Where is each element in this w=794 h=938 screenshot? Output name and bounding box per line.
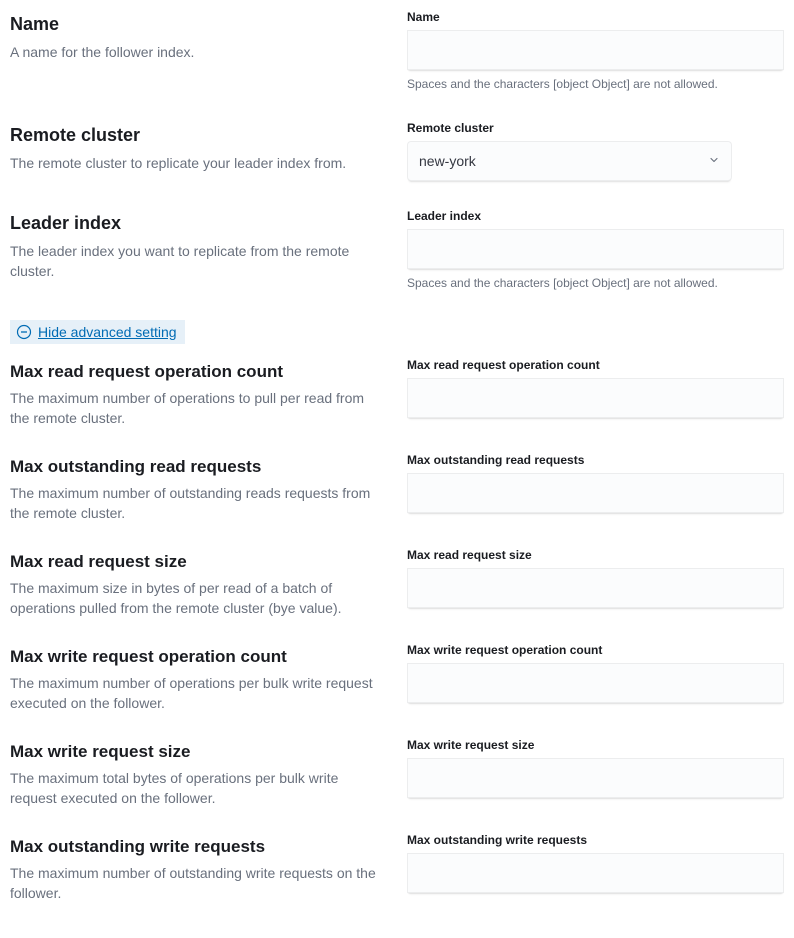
max-read-request-operation-count-field-label: Max read request operation count — [407, 358, 784, 372]
leader-index-title: Leader index — [10, 211, 387, 236]
max-outstanding-write-requests-field-label: Max outstanding write requests — [407, 833, 784, 847]
minus-circle-icon — [16, 324, 32, 340]
remote-cluster-right: Remote cluster new-york — [407, 121, 784, 181]
hide-advanced-toggle[interactable]: Hide advanced setting — [10, 320, 185, 344]
max-read-request-operation-count-input[interactable] — [407, 378, 784, 418]
max-read-request-operation-count-description: The maximum number of operations to pull… — [10, 389, 387, 428]
max-write-request-size-input[interactable] — [407, 758, 784, 798]
remote-cluster-description: The remote cluster to replicate your lea… — [10, 154, 387, 174]
max-write-request-size-field-label: Max write request size — [407, 738, 784, 752]
leader-index-field-label: Leader index — [407, 209, 784, 223]
name-left: Name A name for the follower index. — [10, 10, 407, 93]
max-read-request-size-description: The maximum size in bytes of per read of… — [10, 579, 387, 618]
max-read-request-size-input[interactable] — [407, 568, 784, 608]
max-write-request-operation-count-section: Max write request operation count The ma… — [10, 643, 784, 714]
max-outstanding-read-requests-field-label: Max outstanding read requests — [407, 453, 784, 467]
max-outstanding-write-requests-input[interactable] — [407, 853, 784, 893]
max-outstanding-write-requests-section: Max outstanding write requests The maxim… — [10, 833, 784, 904]
name-field-label: Name — [407, 10, 784, 24]
leader-index-left: Leader index The leader index you want t… — [10, 209, 407, 292]
max-outstanding-read-requests-title: Max outstanding read requests — [10, 455, 387, 479]
max-read-request-operation-count-title: Max read request operation count — [10, 360, 387, 384]
name-input[interactable] — [407, 30, 784, 70]
remote-cluster-select-wrapper: new-york — [407, 141, 732, 181]
hide-advanced-text: Hide advanced setting — [38, 324, 177, 340]
max-write-request-size-description: The maximum total bytes of operations pe… — [10, 769, 387, 808]
max-outstanding-write-requests-description: The maximum number of outstanding write … — [10, 864, 387, 903]
name-section: Name A name for the follower index. Name… — [10, 10, 784, 93]
max-write-request-operation-count-input[interactable] — [407, 663, 784, 703]
max-outstanding-write-requests-title: Max outstanding write requests — [10, 835, 387, 859]
max-write-request-size-title: Max write request size — [10, 740, 387, 764]
leader-index-help-text: Spaces and the characters [object Object… — [407, 275, 784, 292]
leader-index-right: Leader index Spaces and the characters [… — [407, 209, 784, 292]
max-read-request-operation-count-section: Max read request operation count The max… — [10, 358, 784, 429]
max-outstanding-read-requests-description: The maximum number of outstanding reads … — [10, 484, 387, 523]
leader-index-description: The leader index you want to replicate f… — [10, 242, 387, 281]
max-outstanding-read-requests-input[interactable] — [407, 473, 784, 513]
max-read-request-size-title: Max read request size — [10, 550, 387, 574]
remote-cluster-left: Remote cluster The remote cluster to rep… — [10, 121, 407, 181]
leader-index-input[interactable] — [407, 229, 784, 269]
remote-cluster-title: Remote cluster — [10, 123, 387, 148]
remote-cluster-field-label: Remote cluster — [407, 121, 784, 135]
max-write-request-operation-count-title: Max write request operation count — [10, 645, 387, 669]
max-read-request-size-section: Max read request size The maximum size i… — [10, 548, 784, 619]
max-write-request-size-section: Max write request size The maximum total… — [10, 738, 784, 809]
leader-index-section: Leader index The leader index you want t… — [10, 209, 784, 292]
name-help-text: Spaces and the characters [object Object… — [407, 76, 784, 93]
name-title: Name — [10, 12, 387, 37]
advanced-section: Max read request operation count The max… — [10, 358, 784, 904]
remote-cluster-section: Remote cluster The remote cluster to rep… — [10, 121, 784, 181]
name-description: A name for the follower index. — [10, 43, 387, 63]
max-write-request-operation-count-field-label: Max write request operation count — [407, 643, 784, 657]
remote-cluster-select[interactable]: new-york — [407, 141, 732, 181]
max-write-request-operation-count-description: The maximum number of operations per bul… — [10, 674, 387, 713]
name-right: Name Spaces and the characters [object O… — [407, 10, 784, 93]
max-outstanding-read-requests-section: Max outstanding read requests The maximu… — [10, 453, 784, 524]
max-read-request-size-field-label: Max read request size — [407, 548, 784, 562]
